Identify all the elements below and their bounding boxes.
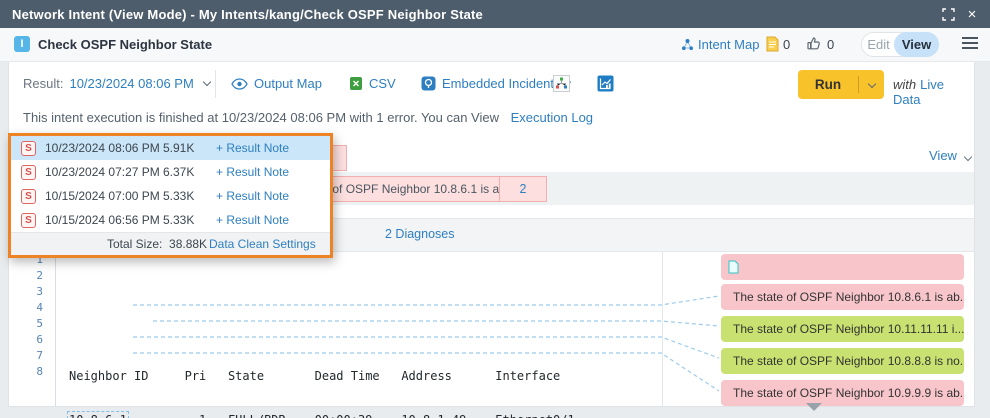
line-number-gutter: 12 34 56 78 <box>10 252 56 406</box>
add-result-note-link[interactable]: + Result Note <box>216 213 289 227</box>
alert-message-count[interactable]: 2 <box>499 176 547 202</box>
thumbs-up-icon[interactable] <box>806 36 822 51</box>
data-clean-settings-link[interactable]: Data Clean Settings <box>209 237 316 251</box>
device-output-panel[interactable]: 12 34 56 78 Neighbor ID Pri State Dead T… <box>10 252 663 418</box>
result-row-selected[interactable]: S 10/23/2024 08:06 PM 5.91K + Result Not… <box>11 136 330 160</box>
close-icon[interactable]: × <box>964 6 980 23</box>
eye-icon <box>231 77 248 90</box>
add-result-note-link[interactable]: + Result Note <box>216 165 289 179</box>
result-date: 10/23/2024 08:06 PM <box>69 76 194 91</box>
chevron-down-icon <box>963 152 972 162</box>
success-badge: S <box>21 140 36 156</box>
execution-message: This intent execution is finished at 10/… <box>23 110 593 125</box>
intent-map-icon <box>681 38 694 51</box>
csv-icon <box>349 76 363 91</box>
success-badge: S <box>21 164 36 180</box>
execution-log-link[interactable]: Execution Log <box>511 110 593 125</box>
csv-button[interactable]: CSV <box>349 76 396 91</box>
cli-output: Neighbor ID Pri State Dead Time Address … <box>67 252 575 418</box>
embedded-incident-label: Embedded Incident <box>442 76 555 91</box>
annotation-note[interactable] <box>721 254 964 280</box>
dropdown-footer: Total Size: 38.88K Data Clean Settings <box>11 232 330 255</box>
intent-icon: I <box>14 36 30 52</box>
cli-header-line: Neighbor ID Pri State Dead Time Address … <box>69 369 561 383</box>
execution-message-text: This intent execution is finished at 10/… <box>23 110 500 125</box>
success-badge: S <box>21 212 36 228</box>
success-badge: S <box>21 188 36 204</box>
note-count: 0 <box>783 37 791 52</box>
run-button[interactable]: Run <box>798 70 884 99</box>
embedded-incident-button[interactable]: Embedded Incident <box>421 76 572 91</box>
tab-diagnoses[interactable]: 2 Diagnoses <box>385 227 455 241</box>
toolbar-divider <box>215 70 216 98</box>
view-dropdown[interactable]: View <box>929 148 972 163</box>
window-title: Network Intent (View Mode) - My Intents/… <box>12 6 483 22</box>
annotation-note[interactable]: The state of OSPF Neighbor 10.8.6.1 is a… <box>721 284 964 310</box>
annotation-note[interactable]: The state of OSPF Neighbor 10.9.9.9 is a… <box>721 380 964 406</box>
cli-neighbor-row: 10.8.6.1 1 FULL/BDR 00:00:39 10.8.1.49 E… <box>67 411 575 418</box>
cli-line <box>69 324 575 340</box>
chart-icon[interactable] <box>597 75 614 92</box>
run-mode: with Live Data <box>893 77 974 107</box>
add-result-note-link[interactable]: + Result Note <box>216 141 289 155</box>
output-map-button[interactable]: Output Map <box>231 76 322 91</box>
intent-title: Check OSPF Neighbor State <box>38 37 213 52</box>
view-tab[interactable]: View <box>894 32 939 57</box>
annotation-note[interactable]: The state of OSPF Neighbor 10.8.8.8 is n… <box>721 348 964 374</box>
result-label: Result: <box>23 76 64 91</box>
intent-map-label: Intent Map <box>698 37 760 52</box>
edit-tab[interactable]: Edit <box>862 37 895 52</box>
note-icon[interactable] <box>766 36 779 52</box>
neighbor-id-highlight[interactable]: 10.8.6.1 <box>67 411 129 418</box>
topology-icon[interactable] <box>553 75 570 92</box>
scroll-down-indicator[interactable] <box>806 403 822 411</box>
result-row[interactable]: S 10/23/2024 07:27 PM 6.37K + Result Not… <box>11 160 330 184</box>
intent-header: I Check OSPF Neighbor State Intent Map 0… <box>0 28 990 62</box>
result-history-dropdown: S 10/23/2024 08:06 PM 5.91K + Result Not… <box>8 133 333 258</box>
result-row[interactable]: S 10/15/2024 06:56 PM 5.33K + Result Not… <box>11 208 330 232</box>
intent-map-link[interactable]: Intent Map <box>681 37 759 52</box>
add-result-note-link[interactable]: + Result Note <box>216 189 289 203</box>
edit-view-toggle: Edit View <box>861 32 939 57</box>
csv-label: CSV <box>369 76 396 91</box>
like-count: 0 <box>827 37 835 52</box>
total-size: Total Size: 38.88K <box>107 237 208 251</box>
incident-icon <box>421 76 436 91</box>
annotation-note[interactable]: The state of OSPF Neighbor 10.11.11.11 i… <box>721 316 964 342</box>
cli-line <box>69 280 575 296</box>
run-dropdown-caret[interactable] <box>858 76 884 93</box>
window-titlebar: Network Intent (View Mode) - My Intents/… <box>0 0 990 28</box>
output-map-label: Output Map <box>254 76 322 91</box>
fullscreen-icon[interactable] <box>940 6 956 22</box>
chevron-down-icon <box>202 77 212 87</box>
run-label: Run <box>814 77 842 92</box>
network-intent-window: Network Intent (View Mode) - My Intents/… <box>0 0 990 418</box>
result-selector[interactable]: Result: 10/23/2024 08:06 PM <box>23 76 212 91</box>
result-row[interactable]: S 10/15/2024 07:00 PM 5.33K + Result Not… <box>11 184 330 208</box>
menu-icon[interactable] <box>962 37 978 52</box>
note-file-icon <box>728 260 739 274</box>
with-label: with <box>893 77 917 92</box>
